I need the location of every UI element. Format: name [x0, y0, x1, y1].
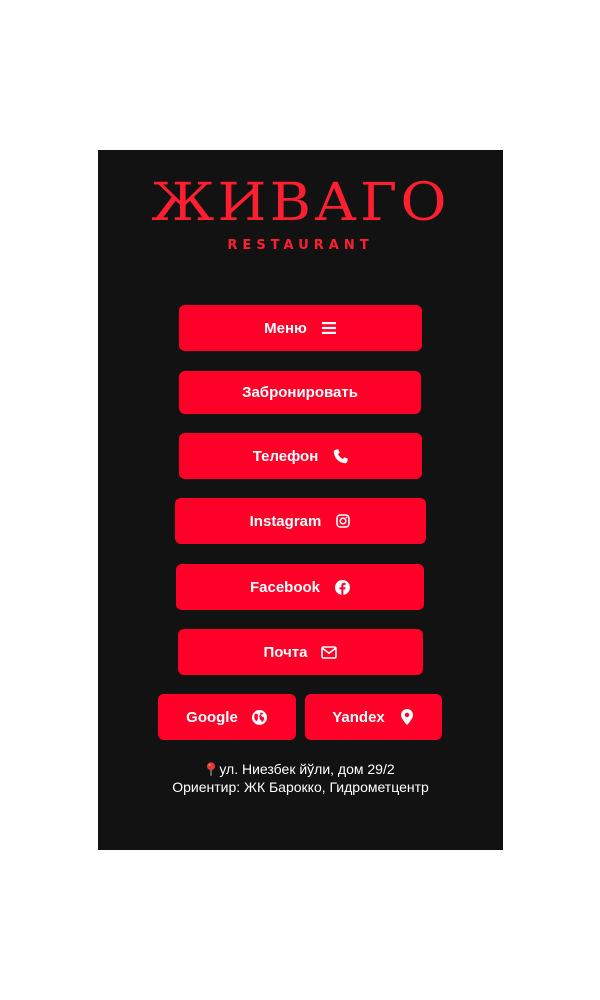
reserve-button-label: Забронировать [242, 384, 358, 401]
facebook-button-label: Facebook [249, 578, 321, 596]
address-line: ул. Ниезбек йўли, дом 29/2 [98, 760, 503, 778]
mail-button[interactable]: Почта [178, 629, 423, 675]
instagram-button-label: Instagram [249, 512, 322, 530]
facebook-icon [334, 579, 350, 595]
phone-button[interactable]: Телефон [179, 433, 422, 479]
menu-button[interactable]: Меню [179, 305, 422, 351]
facebook-button[interactable]: Facebook [176, 564, 424, 610]
yandex-button[interactable]: Yandex [305, 694, 442, 740]
brand-name: ЖИВАГО [151, 173, 450, 233]
reserve-button[interactable]: Забронировать [179, 371, 421, 414]
bars-icon [321, 320, 337, 336]
brand-tagline: RESTAURANT [227, 238, 374, 253]
restaurant-links-card: ЖИВАГО RESTAURANT Меню Забронировать Тел… [98, 150, 503, 850]
google-button[interactable]: Google [158, 694, 296, 740]
address-block: ул. Ниезбек йўли, дом 29/2 Ориентир: ЖК … [98, 760, 503, 796]
map-marker-icon [399, 709, 415, 725]
phone-button-label: Телефон [252, 447, 319, 465]
envelope-icon [321, 644, 338, 660]
globe-icon [252, 709, 268, 725]
yandex-button-label: Yandex [332, 708, 385, 726]
instagram-button[interactable]: Instagram [175, 498, 426, 544]
instagram-icon [335, 513, 351, 529]
restaurant-logo: ЖИВАГО RESTAURANT [98, 172, 503, 254]
pushpin-icon [206, 762, 216, 776]
address-street: ул. Ниезбек йўли, дом 29/2 [219, 761, 395, 777]
google-button-label: Google [186, 708, 238, 726]
mail-button-label: Почта [263, 643, 308, 661]
phone-icon [332, 448, 348, 464]
menu-button-label: Меню [264, 319, 307, 337]
address-landmark: Ориентир: ЖК Барокко, Гидрометцентр [172, 779, 429, 795]
